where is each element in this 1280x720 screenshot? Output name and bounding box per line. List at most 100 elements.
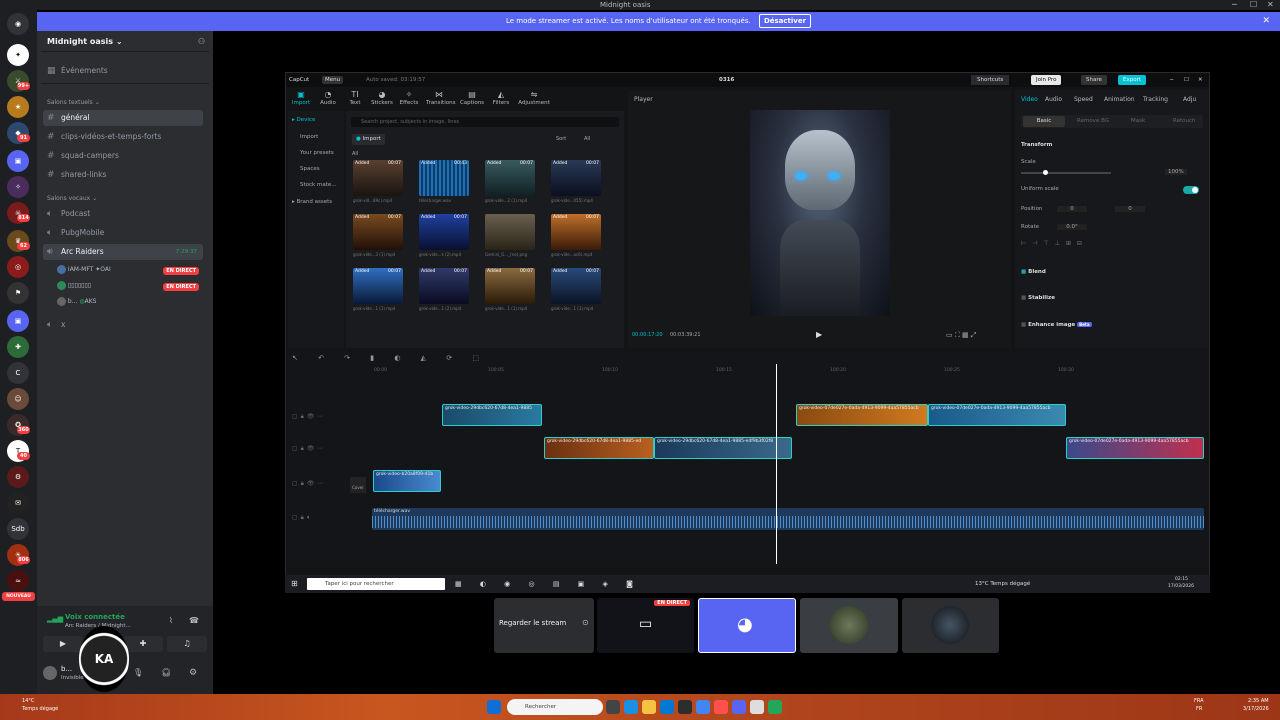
sub-tab-basic[interactable]: Basic [1023, 116, 1065, 127]
tab-animation[interactable]: Animation [1104, 96, 1135, 103]
tool-adjustment[interactable]: ⇋ Adjustment [518, 90, 550, 106]
disconnect-icon[interactable]: ☎ [189, 616, 199, 625]
new-badge[interactable]: NOUVEAU [2, 592, 35, 601]
checkbox-icon[interactable]: ■ [1021, 322, 1026, 328]
close-icon[interactable]: ✕ [1198, 73, 1203, 87]
activity-button[interactable]: ✚ [123, 636, 163, 652]
edge-icon[interactable] [624, 700, 638, 714]
server-icon[interactable]: ✚ [7, 336, 29, 358]
server-name[interactable]: Midnight oasis ⌄ [47, 37, 123, 46]
voice-channel-x[interactable]: 🔈︎ x [43, 317, 203, 333]
stream-thumbnail[interactable]: EN DIRECT ▭ [597, 598, 694, 653]
video-clip[interactable]: grok-video-b20a8f09-d1b [373, 470, 441, 492]
menu-button[interactable]: Menu [322, 76, 344, 84]
clock-time[interactable]: 2:35 AM [1248, 698, 1269, 704]
weather-temp[interactable]: 14°C [22, 698, 34, 704]
scale-value[interactable]: 100% [1165, 169, 1187, 175]
channel-shared-links[interactable]: # shared-links [43, 167, 203, 183]
maximize-icon[interactable]: ☐ [1184, 73, 1189, 87]
section-stabilize[interactable]: ■ Stabilize [1021, 295, 1055, 301]
track-controls[interactable]: ▢🔒︎👁︎⋯ [292, 480, 352, 488]
voice-channel-podcast[interactable]: 🔈︎ Podcast [43, 206, 203, 222]
windows-start-icon[interactable] [487, 700, 501, 714]
language-code[interactable]: FRA [1194, 698, 1204, 704]
server-icon[interactable]: ⚑ [7, 282, 29, 304]
camera-button[interactable]: ▶ [43, 636, 83, 652]
tab-audio[interactable]: Audio [1045, 96, 1062, 103]
checkbox-icon[interactable]: ■ [1021, 269, 1026, 275]
media-item[interactable]: Added 00:07 grok-vide...055).mp4 [551, 160, 601, 203]
tool-filters[interactable]: ◭ Filters [488, 90, 514, 106]
video-clip[interactable]: grok-video-07de027e-0ada-4913-9099-4aa57… [928, 404, 1066, 426]
ratio-icon[interactable]: ▭ ⛶ ▦ ⤢ [946, 331, 976, 340]
preview-frame[interactable] [750, 110, 890, 316]
participant-card[interactable] [800, 598, 898, 653]
headphones-icon[interactable]: 🎧︎ [161, 668, 171, 677]
timeline-toolbar[interactable]: ↖ ↶ ↷ ▮ ◐ ◭ ⟳ ⬚ [292, 354, 1197, 366]
language-region[interactable]: FR [1196, 706, 1202, 712]
video-clip[interactable]: grok-video-07de027e-0ada-4913-9099-4aa57… [1066, 437, 1204, 459]
tool-audio[interactable]: ◔ Audio [315, 90, 341, 106]
discord-icon[interactable] [732, 700, 746, 714]
noise-suppression-icon[interactable]: ⌇ [169, 616, 173, 625]
tab-tracking[interactable]: Tracking [1143, 96, 1168, 103]
chrome-icon[interactable] [696, 700, 710, 714]
media-item[interactable]: Added 00:07 grok-vide...1 (2).mp4 [419, 268, 469, 311]
media-item[interactable]: Added 00:43 télécharger.wav [419, 160, 469, 203]
play-icon[interactable]: ▶ [816, 330, 822, 339]
media-item[interactable]: Added 00:07 grok-vide...2 (1).mp4 [485, 160, 535, 203]
video-clip[interactable]: grok-video-29dbc620-67d8-4ea1-9885 [442, 404, 542, 426]
server-icon[interactable]: ✉ [7, 492, 29, 514]
channel-general[interactable]: # général [43, 110, 203, 126]
server-icon[interactable]: ⚙ [7, 466, 29, 488]
voice-member[interactable]: ▯▯▯▯▯▯▯ EN DIRECT [57, 279, 207, 293]
tool-captions[interactable]: ▤ Captions [459, 90, 485, 106]
section-enhance[interactable]: ■ Enhance image Beta [1021, 322, 1092, 328]
discord-participant-card[interactable]: ◕ [698, 598, 796, 653]
channel-clips[interactable]: # clips-vidéos-et-temps-forts [43, 129, 203, 145]
voice-status[interactable]: Voix connectée [65, 613, 125, 621]
sub-tab-mask[interactable]: Mask [1131, 116, 1145, 127]
import-button[interactable]: ● Import [352, 134, 385, 145]
share-button[interactable]: Share [1081, 75, 1107, 85]
server-icon[interactable]: C [7, 362, 29, 384]
taskbar-search-input[interactable]: Rechercher [507, 699, 603, 715]
nav-stock[interactable]: Stock mate... [300, 182, 336, 188]
track-controls[interactable]: ▢🔒︎👁︎⋯ [292, 445, 352, 453]
server-icon[interactable]: ☺ [7, 388, 29, 410]
folder-icon[interactable]: ▣ [7, 310, 29, 332]
store-icon[interactable] [660, 700, 674, 714]
capcut-icon[interactable] [750, 700, 764, 714]
tool-effects[interactable]: ✧ Effects [396, 90, 422, 106]
checkbox-icon[interactable]: ■ [1021, 295, 1026, 301]
join-pro-button[interactable]: Join Pro [1031, 75, 1062, 85]
channel-squad-campers[interactable]: # squad-campers [43, 148, 203, 164]
clock-date[interactable]: 3/17/2026 [1243, 706, 1269, 712]
voice-member[interactable]: b... ◍AKS [57, 295, 207, 309]
close-banner-icon[interactable]: ✕ [1262, 12, 1270, 31]
server-icon[interactable]: ✦ [7, 44, 29, 66]
microphone-icon[interactable]: 🎙︎ [133, 668, 143, 677]
position-y-input[interactable]: 0 [1115, 206, 1145, 212]
nav-spaces[interactable]: Spaces [300, 166, 320, 172]
minimize-icon[interactable]: ─ [1170, 73, 1173, 87]
folder-icon[interactable]: ▣ [7, 150, 29, 172]
voice-channel-arc-raiders[interactable]: 🔊︎ Arc Raiders 7:29:37 [43, 244, 203, 260]
scale-slider[interactable] [1021, 170, 1111, 175]
audio-clip[interactable]: télécharger.wav [372, 508, 1204, 530]
media-item[interactable]: Added 00:07 grok-vide...1 (1).mp4 [485, 268, 535, 311]
file-explorer-icon[interactable] [642, 700, 656, 714]
media-item[interactable]: Added 00:07 grok-vide...ac6).mp4 [551, 214, 601, 257]
tool-stickers[interactable]: ◕ Stickers [369, 90, 395, 106]
nav-presets[interactable]: Your presets [300, 150, 334, 156]
tool-text[interactable]: TI Text [342, 90, 368, 106]
section-blend[interactable]: ■ Blend [1021, 269, 1046, 275]
tool-transitions[interactable]: ⋈ Transitions [426, 90, 455, 106]
nav-import[interactable]: Import [300, 134, 318, 140]
app-icon[interactable] [768, 700, 782, 714]
media-item[interactable]: Added 00:07 grok-vide...1 (1).mp4 [551, 268, 601, 311]
tab-speed[interactable]: Speed [1074, 96, 1093, 103]
gear-icon[interactable]: ⚙ [189, 668, 197, 678]
shortcuts-button[interactable]: Shortcuts [971, 75, 1010, 85]
disable-streamer-button[interactable]: Désactiver [758, 14, 812, 28]
